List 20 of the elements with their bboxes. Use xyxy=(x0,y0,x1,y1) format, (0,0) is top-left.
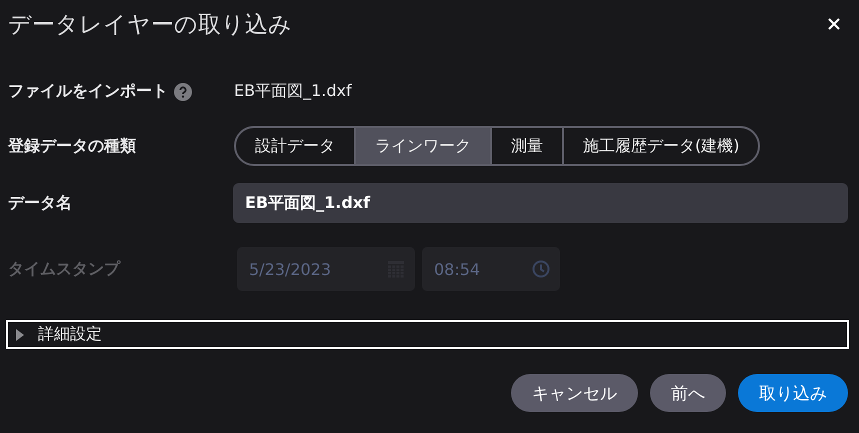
dialog-button[interactable]: 前へ xyxy=(650,374,726,412)
data-type-tab[interactable]: 設計データ xyxy=(236,128,354,164)
clock-icon xyxy=(532,260,550,278)
caret-icon xyxy=(16,328,24,340)
details-label: 詳細設定 xyxy=(38,324,102,345)
data-type-tab[interactable]: ラインワーク xyxy=(354,128,490,164)
dialog-button[interactable]: キャンセル xyxy=(511,374,638,412)
timestamp-label: タイムスタンプ xyxy=(8,258,122,280)
data-type-tab[interactable]: 施工履歴データ(建機) xyxy=(562,128,758,164)
import-label: ファイルをインポート xyxy=(8,81,168,102)
close-icon[interactable] xyxy=(827,17,841,31)
dialog-title: データレイヤーの取り込み xyxy=(8,10,292,40)
import-button[interactable]: 取り込み xyxy=(738,374,848,412)
help-icon[interactable] xyxy=(174,82,192,100)
data-type-tab[interactable]: 測量 xyxy=(490,128,562,164)
file-name: EB平面図_1.dxf xyxy=(234,81,352,102)
details-toggle[interactable]: 詳細設定 xyxy=(6,320,849,349)
data-name-label: データ名 xyxy=(8,192,73,214)
data-name-field[interactable]: EB平面図_1.dxf xyxy=(233,183,848,223)
data-type-label: 登録データの種類 xyxy=(8,136,137,156)
